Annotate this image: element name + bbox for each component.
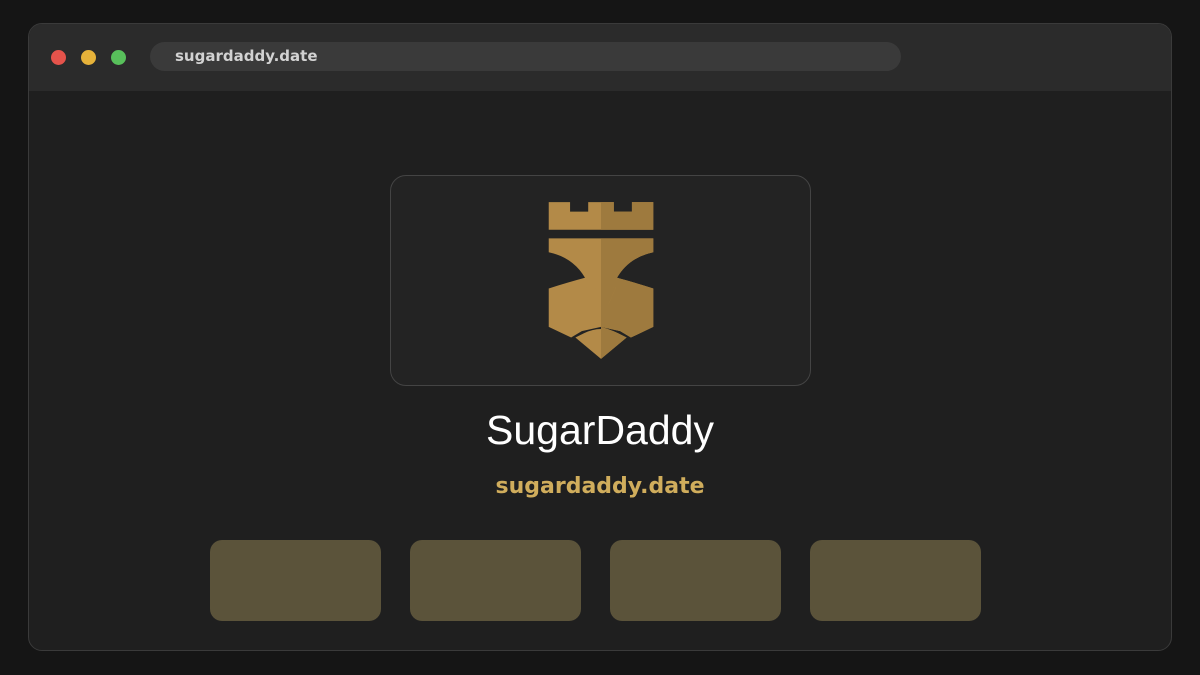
brand-name: SugarDaddy <box>486 407 714 453</box>
brand-domain[interactable]: sugardaddy.date <box>29 472 1171 502</box>
logo-card <box>390 175 811 386</box>
close-window-button[interactable] <box>51 50 66 65</box>
minimize-window-button[interactable] <box>81 50 96 65</box>
crowned-lion-shield-icon <box>548 202 654 359</box>
title-bar: sugardaddy.date <box>29 24 1171 91</box>
address-url: sugardaddy.date <box>175 47 318 65</box>
feature-tile[interactable] <box>410 540 581 621</box>
feature-tile[interactable] <box>610 540 781 621</box>
feature-tile[interactable] <box>210 540 381 621</box>
maximize-window-button[interactable] <box>111 50 126 65</box>
browser-window: sugardaddy.date SugarDaddy sugardaddy.da… <box>28 23 1172 651</box>
address-bar[interactable]: sugardaddy.date <box>150 42 901 71</box>
feature-tile[interactable] <box>810 540 981 621</box>
